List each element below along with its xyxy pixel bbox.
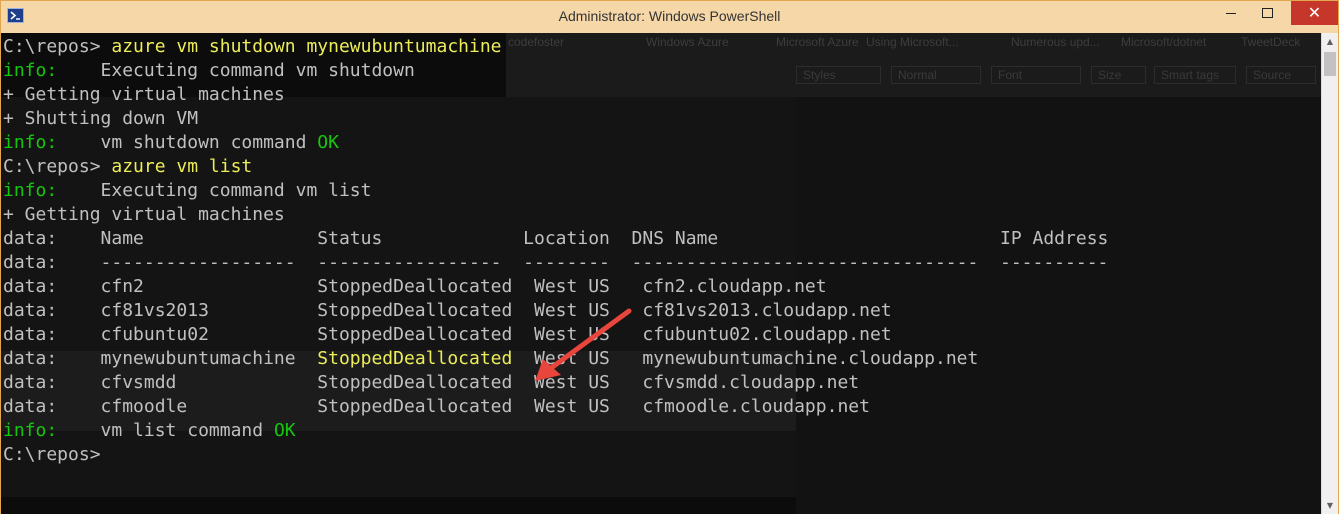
terminal-text: C:\repos> [3, 36, 112, 57]
terminal-line: + Shutting down VM [3, 107, 1108, 131]
terminal-line: C:\repos> azure vm list [3, 155, 1108, 179]
terminal-text: data: cfvsmdd StoppedDeallocated West US… [3, 372, 860, 393]
close-icon: ✕ [1307, 3, 1322, 22]
terminal-text: vm list [295, 180, 372, 201]
terminal-text: azure vm list [111, 156, 253, 177]
terminal-text: data: mynewubuntumachine [3, 348, 318, 369]
minimize-icon [1225, 12, 1236, 14]
terminal-line: data: cfn2 StoppedDeallocated West US cf… [3, 275, 1108, 299]
scrollbar-thumb[interactable] [1324, 52, 1336, 76]
powershell-window: Administrator: Windows PowerShell ✕ code… [0, 0, 1339, 514]
terminal-line: data: Name Status Location DNS Name IP A… [3, 227, 1108, 251]
terminal-line: C:\repos> azure vm shutdown mynewubuntum… [3, 35, 1108, 59]
close-button[interactable]: ✕ [1291, 1, 1338, 25]
terminal-text: info: [3, 60, 58, 81]
background-toolbar-field: Source [1246, 66, 1316, 84]
terminal-text: vm shutdown [295, 60, 415, 81]
terminal-text: data: ------------------ ---------------… [3, 252, 1109, 273]
terminal-text: StoppedDeallocated [317, 348, 513, 369]
background-tab: Microsoft/dotnet [1121, 35, 1207, 49]
terminal-output[interactable]: C:\repos> azure vm shutdown mynewubuntum… [3, 35, 1108, 467]
terminal-text: data: cfubuntu02 StoppedDeallocated West… [3, 324, 892, 345]
terminal-text: + Getting virtual machines [3, 204, 285, 225]
terminal-line: info: vm list command OK [3, 419, 1108, 443]
terminal-text: OK [273, 420, 296, 441]
terminal-text: + Getting virtual machines [3, 84, 285, 105]
vertical-scrollbar[interactable]: ▲ ▼ [1321, 33, 1338, 514]
terminal-text: data: cfn2 StoppedDeallocated West US cf… [3, 276, 827, 297]
terminal-text: info: [3, 132, 58, 153]
terminal-line: + Getting virtual machines [3, 203, 1108, 227]
terminal-line: info: vm shutdown command OK [3, 131, 1108, 155]
red-arrow-annotation [535, 308, 632, 381]
background-toolbar-field: Smart tags [1154, 66, 1236, 84]
maximize-icon [1262, 8, 1273, 18]
minimize-button[interactable] [1216, 1, 1245, 25]
window-title: Administrator: Windows PowerShell [558, 8, 781, 24]
background-tab: TweetDeck [1241, 35, 1301, 49]
terminal-text: C:\repos> [3, 444, 112, 465]
terminal-text: info: [3, 180, 58, 201]
terminal-text: Executing command [57, 180, 296, 201]
title-bar[interactable]: Administrator: Windows PowerShell ✕ [1, 1, 1338, 33]
console-area[interactable]: codefoster Windows Azure Microsoft Azure Us… [1, 33, 1321, 514]
terminal-text: vm shutdown command [57, 132, 318, 153]
terminal-line: data: ------------------ ---------------… [3, 251, 1108, 275]
terminal-text: info: [3, 420, 58, 441]
terminal-line: info: Executing command vm shutdown [3, 59, 1108, 83]
maximize-button[interactable] [1253, 1, 1282, 25]
terminal-text: + Shutting down VM [3, 108, 199, 129]
terminal-text: vm list command [57, 420, 274, 441]
terminal-line: + Getting virtual machines [3, 83, 1108, 107]
terminal-line: data: cfmoodle StoppedDeallocated West U… [3, 395, 1108, 419]
terminal-line: C:\repos> [3, 443, 1108, 467]
terminal-text: OK [317, 132, 339, 153]
terminal-text: azure vm shutdown mynewubuntumachine [111, 36, 502, 57]
terminal-text: C:\repos> [3, 156, 112, 177]
terminal-text: data: cf81vs2013 StoppedDeallocated West… [3, 300, 892, 321]
terminal-text: data: cfmoodle StoppedDeallocated West U… [3, 396, 870, 417]
terminal-line: info: Executing command vm list [3, 179, 1108, 203]
scroll-up-icon[interactable]: ▲ [1322, 33, 1338, 50]
terminal-text: data: Name Status Location DNS Name IP A… [3, 228, 1109, 249]
scroll-down-icon[interactable]: ▼ [1322, 497, 1338, 514]
terminal-text: Executing command [57, 60, 296, 81]
